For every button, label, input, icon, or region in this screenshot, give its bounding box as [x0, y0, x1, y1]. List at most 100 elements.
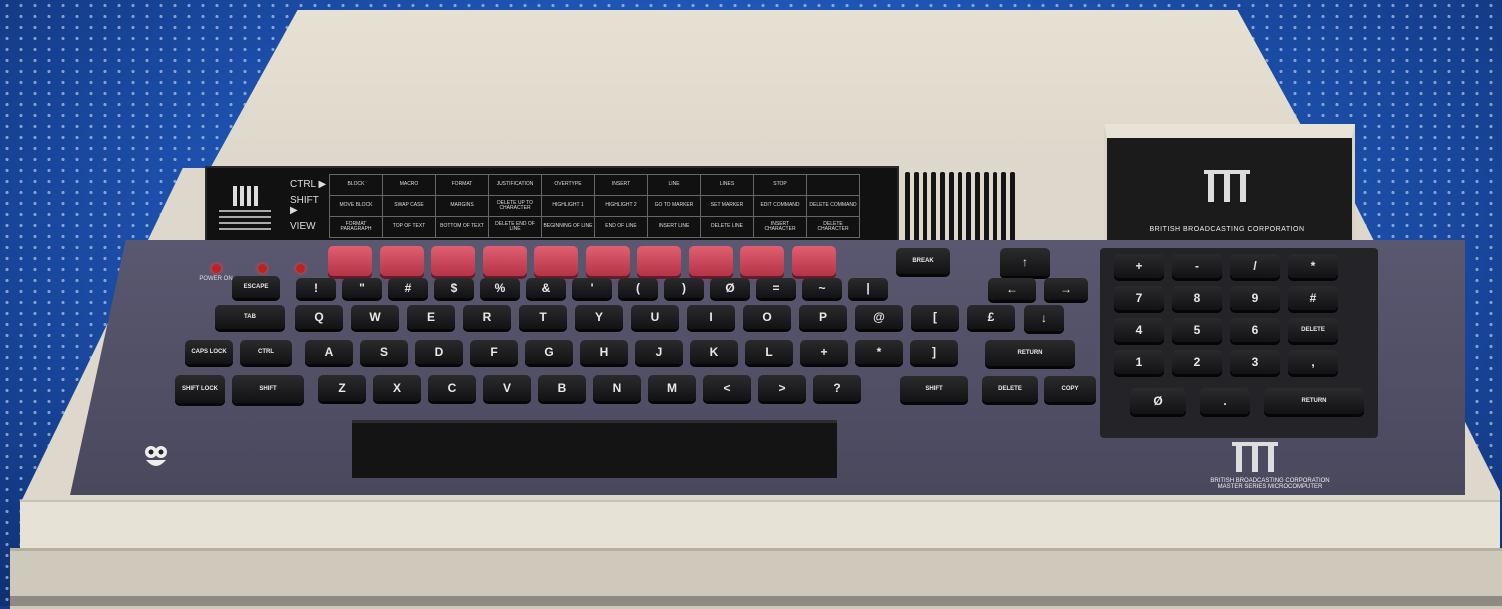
delete-key[interactable]: DELETE [982, 376, 1038, 402]
keyboard-key[interactable]: # [388, 278, 428, 298]
keyboard-key[interactable]: B [538, 375, 586, 401]
keyboard-key[interactable]: A [305, 340, 353, 364]
keyboard-key[interactable]: £ [967, 305, 1015, 329]
keyboard-key[interactable]: ! [296, 278, 336, 298]
keyboard-key[interactable]: | [848, 278, 888, 298]
function-key-f0[interactable] [328, 246, 372, 276]
function-key-f5[interactable] [585, 246, 630, 276]
keyboard-key[interactable]: < [703, 375, 751, 401]
keyboard-key[interactable]: [ [911, 305, 959, 329]
keyboard-key[interactable]: R [463, 305, 511, 329]
keyboard-key[interactable]: @ [855, 305, 903, 329]
keyboard-key[interactable]: E [407, 305, 455, 329]
arrow-up-key[interactable]: ↑ [1000, 248, 1050, 276]
keyboard-key[interactable]: Z [318, 375, 366, 401]
space-bar[interactable] [352, 420, 837, 478]
keyboard-key[interactable]: X [373, 375, 421, 401]
keyboard-key[interactable]: ( [618, 278, 658, 298]
keypad-key[interactable]: 6 [1230, 318, 1280, 342]
keyboard-key[interactable]: F [470, 340, 518, 364]
keyboard-key[interactable]: J [635, 340, 683, 364]
keypad-key[interactable]: 3 [1230, 350, 1280, 374]
keyboard-key[interactable]: % [480, 278, 520, 298]
keyboard-key[interactable]: S [360, 340, 408, 364]
keypad-key[interactable]: 9 [1230, 286, 1280, 310]
function-key-f1[interactable] [379, 246, 424, 276]
keyboard-key[interactable]: P [799, 305, 847, 329]
keyboard-key[interactable]: U [631, 305, 679, 329]
keyboard-key[interactable]: T [519, 305, 567, 329]
keyboard-key[interactable]: H [580, 340, 628, 364]
keyboard-key[interactable]: ' [572, 278, 612, 298]
keyboard-key[interactable]: ) [664, 278, 704, 298]
function-key-f3[interactable] [482, 246, 527, 276]
keyboard-key[interactable]: L [745, 340, 793, 364]
keyboard-key[interactable]: $ [434, 278, 474, 298]
keyboard-key[interactable]: N [593, 375, 641, 401]
keypad-key[interactable]: 2 [1172, 350, 1222, 374]
function-key-f6[interactable] [637, 246, 681, 276]
ctrl-key[interactable]: CTRL [240, 340, 292, 364]
keypad-key[interactable]: - [1172, 254, 1222, 278]
keyboard-key[interactable]: I [687, 305, 735, 329]
keyboard-key[interactable]: ~ [802, 278, 842, 298]
keypad-key[interactable]: 4 [1114, 318, 1164, 342]
keypad-return-key[interactable]: RETURN [1264, 388, 1364, 414]
keypad-key[interactable]: 7 [1114, 286, 1164, 310]
bbc-master-badge: BRITISH BROADCASTING CORPORATION MASTER … [1170, 478, 1370, 490]
bbc-master-logo-panel [1232, 442, 1278, 472]
keyboard-key[interactable]: Q [295, 305, 343, 329]
arrow-right-key[interactable]: → [1044, 278, 1088, 300]
keyboard-key[interactable]: O [743, 305, 791, 329]
function-key-f4[interactable] [534, 246, 578, 276]
keyboard-key[interactable]: M [648, 375, 696, 401]
strip-cell: LINE [647, 174, 701, 196]
return-key[interactable]: RETURN [985, 340, 1075, 366]
arrow-down-key[interactable]: ↓ [1024, 305, 1064, 331]
keypad-key[interactable]: 1 [1114, 350, 1164, 374]
keyboard-key[interactable]: * [855, 340, 903, 364]
caps-lock-key[interactable]: CAPS LOCK [185, 340, 233, 364]
function-key-f2[interactable] [431, 246, 475, 276]
keyboard-key[interactable]: K [690, 340, 738, 364]
shift-lock-key[interactable]: SHIFT LOCK [175, 375, 225, 403]
strip-cell: SWAP CASE [382, 195, 436, 217]
keypad-key[interactable]: , [1288, 350, 1338, 374]
keypad-key[interactable]: 5 [1172, 318, 1222, 342]
keyboard-key[interactable]: C [428, 375, 476, 401]
keypad-key[interactable]: # [1288, 286, 1338, 310]
keypad-key[interactable]: . [1200, 388, 1250, 414]
arrow-left-key[interactable]: ← [988, 278, 1036, 300]
keypad-key[interactable]: DELETE [1288, 318, 1338, 342]
keyboard-key[interactable]: = [756, 278, 796, 298]
keyboard-key[interactable]: ? [813, 375, 861, 401]
keyboard-key[interactable]: D [415, 340, 463, 364]
strip-cell: LINES [700, 174, 754, 196]
right-shift-key[interactable]: SHIFT [900, 376, 968, 402]
break-key[interactable]: BREAK [896, 248, 950, 274]
keyboard-key[interactable]: " [342, 278, 382, 298]
function-key-f9[interactable] [791, 246, 836, 276]
keyboard-key[interactable]: W [351, 305, 399, 329]
left-shift-key[interactable]: SHIFT [232, 375, 304, 403]
keyboard-key[interactable]: V [483, 375, 531, 401]
keypad-key[interactable]: 8 [1172, 286, 1222, 310]
keypad-key[interactable]: * [1288, 254, 1338, 278]
strip-cell: TOP OF TEXT [382, 216, 436, 238]
keyboard-key[interactable]: ] [910, 340, 958, 364]
keypad-key[interactable]: + [1114, 254, 1164, 278]
keyboard-key[interactable]: > [758, 375, 806, 401]
tab-key[interactable]: TAB [215, 305, 285, 329]
function-key-f7[interactable] [688, 246, 733, 276]
copy-key[interactable]: COPY [1044, 376, 1096, 402]
keyboard-key[interactable]: G [525, 340, 573, 364]
keypad-key[interactable]: Ø [1130, 388, 1186, 414]
keyboard-key[interactable]: + [800, 340, 848, 364]
keyboard-key[interactable]: & [526, 278, 566, 298]
keyboard-key[interactable]: Ø [710, 278, 750, 298]
keypad-key[interactable]: / [1230, 254, 1280, 278]
strip-cell: INSERT [594, 174, 648, 196]
keyboard-key[interactable]: Y [575, 305, 623, 329]
function-key-f8[interactable] [740, 246, 784, 276]
escape-key[interactable]: ESCAPE [232, 276, 280, 298]
